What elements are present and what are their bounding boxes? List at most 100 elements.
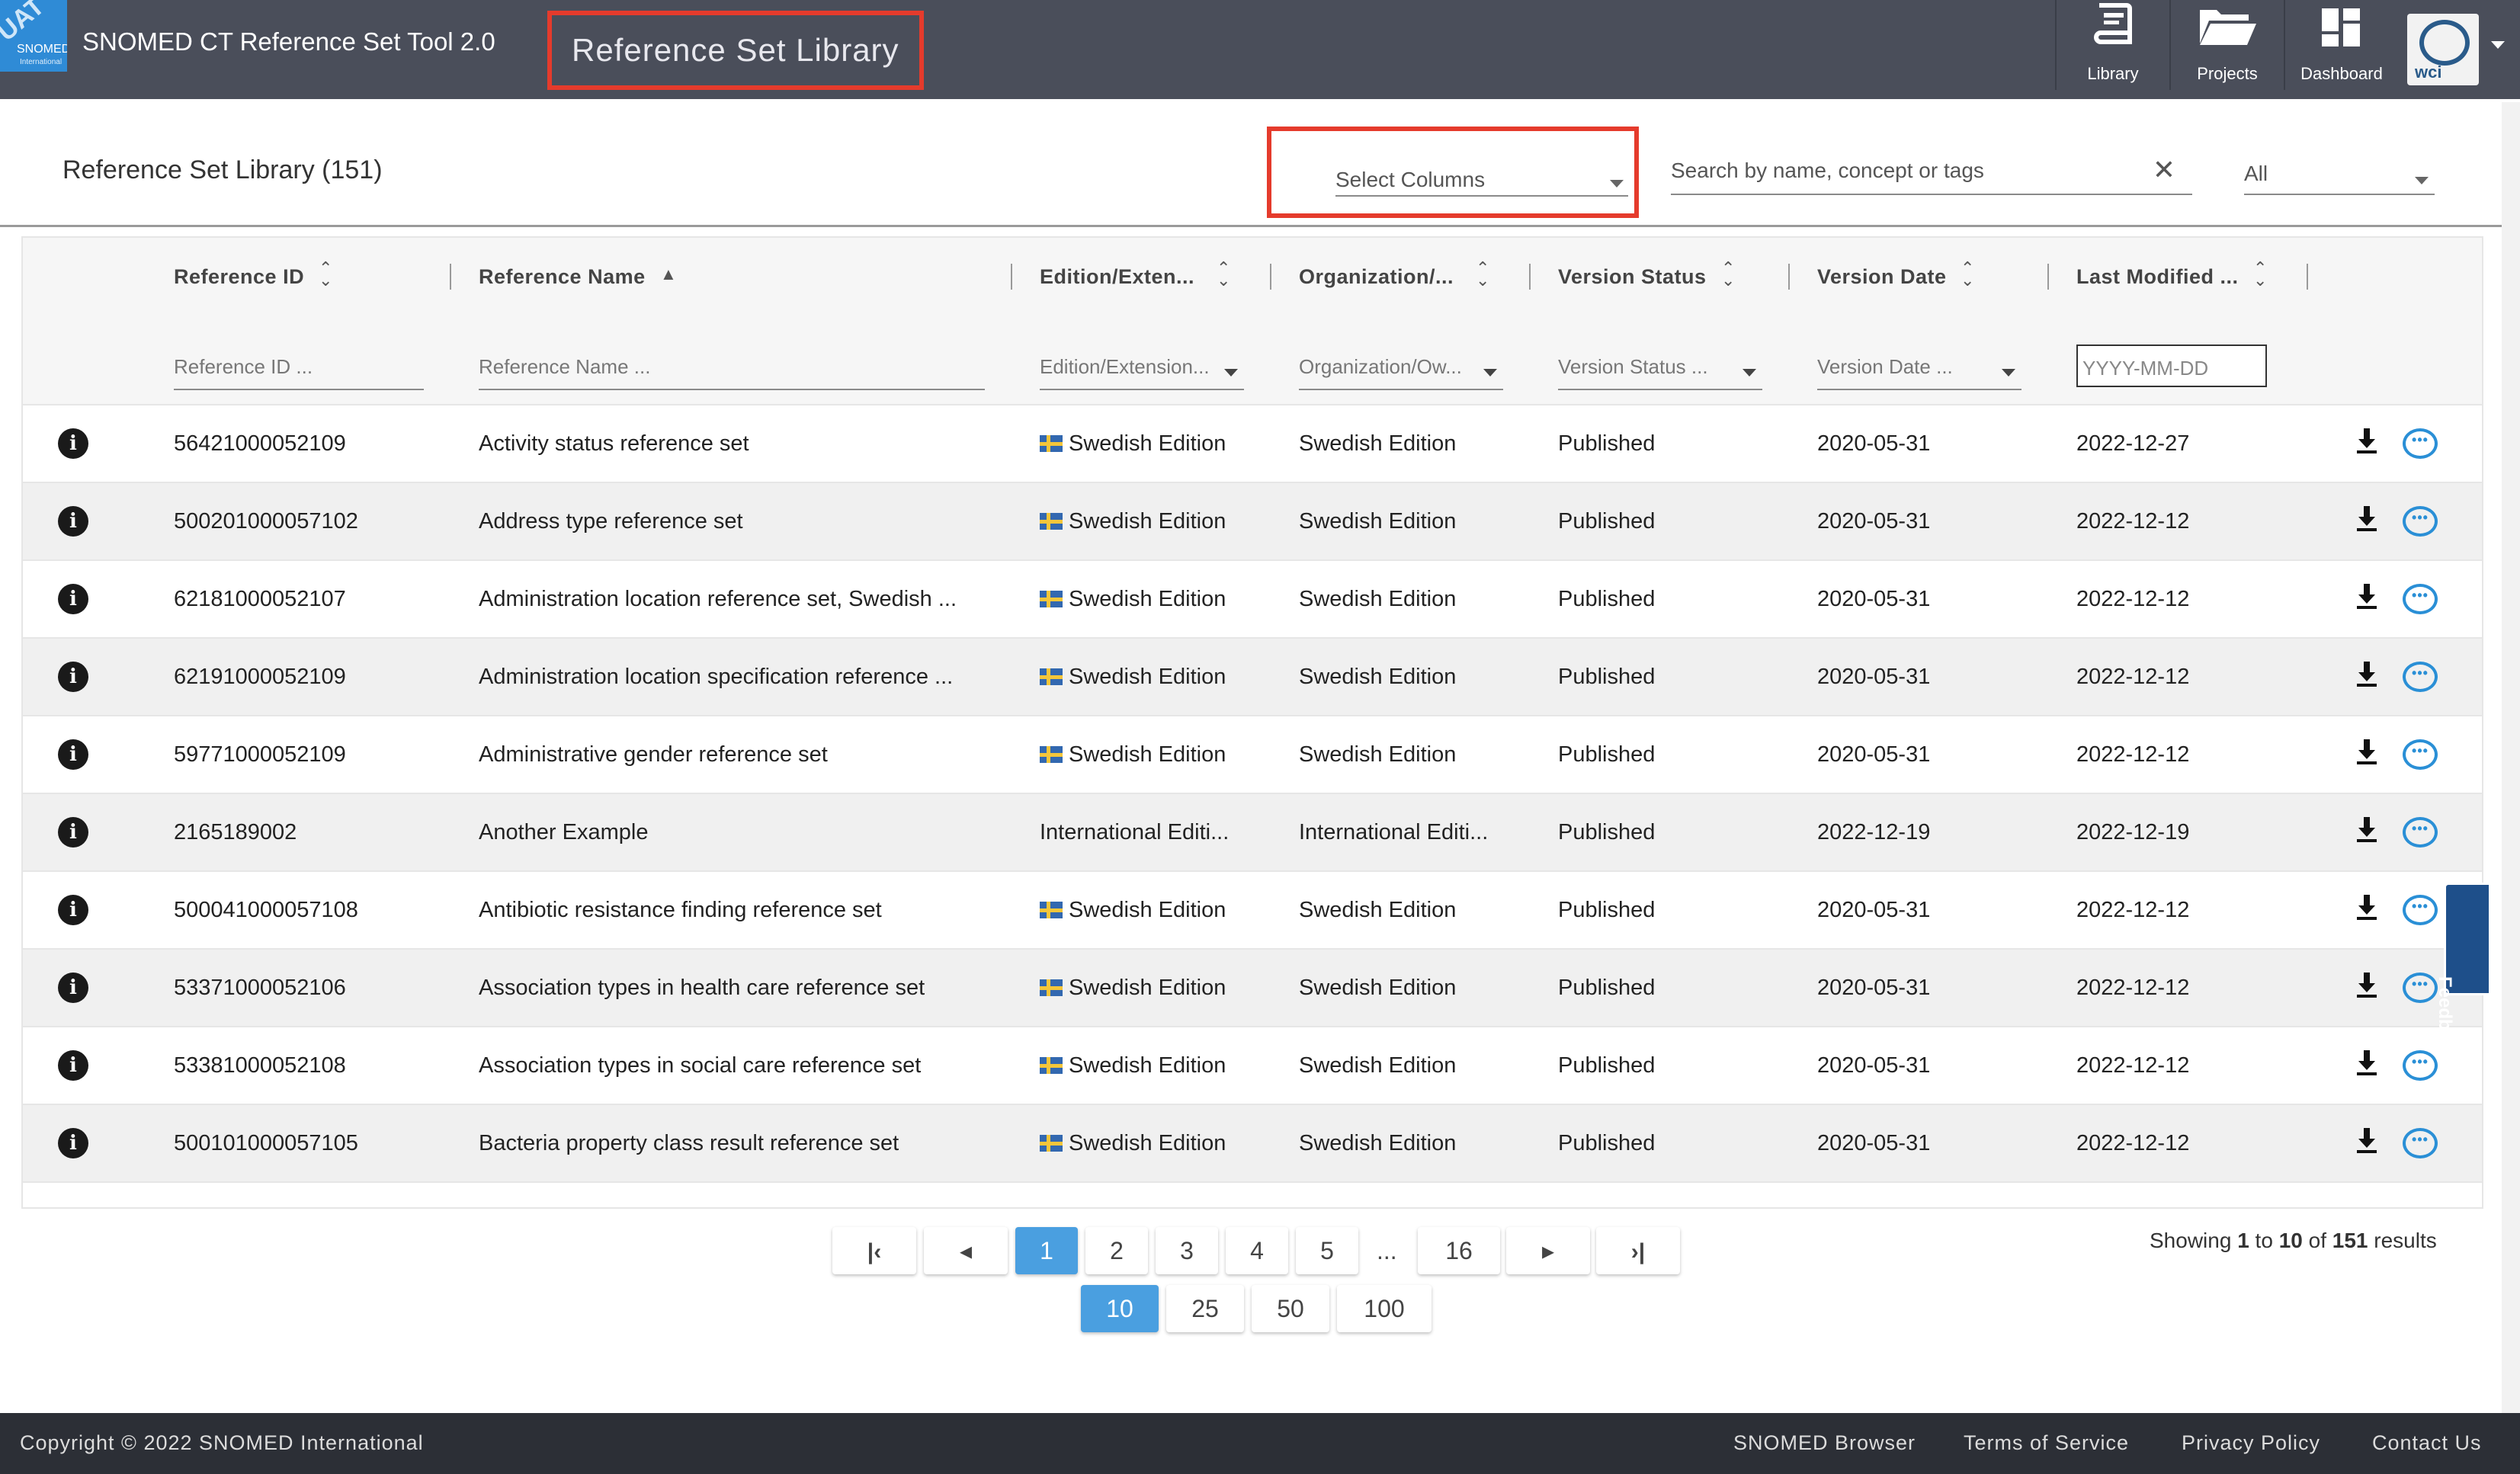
page-button-2[interactable]: 2 [1085, 1227, 1148, 1274]
footer-link-contact[interactable]: Contact Us [2372, 1431, 2482, 1455]
info-icon[interactable]: i [58, 506, 88, 537]
footer-link-terms[interactable]: Terms of Service [1964, 1431, 2129, 1455]
scope-select[interactable]: All [2244, 152, 2435, 195]
table-row[interactable]: i 500101000057105 Bacteria property class … [23, 1105, 2482, 1183]
download-icon[interactable] [2355, 971, 2378, 1006]
comment-icon[interactable]: ••• [2403, 895, 2438, 925]
user-avatar[interactable]: wci [2407, 14, 2479, 85]
version-status-cell-text: Published [1558, 820, 1656, 844]
page-button-3[interactable]: 3 [1156, 1227, 1218, 1274]
sort-icon[interactable]: ⌃ ⌄ [319, 260, 332, 289]
nav-projects[interactable]: Projects [2169, 0, 2284, 90]
download-icon[interactable] [2355, 816, 2378, 851]
column-header-edition[interactable]: Edition/Exten... [1040, 265, 1194, 289]
page-scrollbar[interactable] [2502, 102, 2520, 1413]
page-button-5[interactable]: 5 [1296, 1227, 1358, 1274]
comment-icon[interactable]: ••• [2403, 1128, 2438, 1158]
page-button-1[interactable]: 1 [1015, 1227, 1078, 1274]
download-icon[interactable] [2355, 660, 2378, 695]
footer-link-privacy[interactable]: Privacy Policy [2182, 1431, 2320, 1455]
download-icon[interactable] [2355, 1049, 2378, 1084]
reference-id-filter[interactable]: Reference ID ... [174, 355, 424, 390]
comment-icon[interactable]: ••• [2403, 662, 2438, 692]
info-icon[interactable]: i [58, 739, 88, 770]
page-size-100[interactable]: 100 [1337, 1285, 1432, 1332]
table-row[interactable]: i 500041000057108 Antibiotic resistance fi… [23, 872, 2482, 950]
download-icon[interactable] [2355, 738, 2378, 773]
feedback-tab[interactable]: Feedback [2435, 883, 2491, 1061]
summary-text: results [2374, 1229, 2437, 1252]
column-header-version-date[interactable]: Version Date [1817, 265, 1947, 289]
organization-cell: Swedish Edition [1299, 742, 1528, 767]
info-icon[interactable]: i [58, 1128, 88, 1158]
reference-name-filter[interactable]: Reference Name ... [479, 355, 985, 390]
close-icon[interactable]: ✕ [2153, 154, 2175, 186]
info-icon[interactable]: i [58, 584, 88, 614]
edition-cell-text: Swedish Edition [1069, 976, 1226, 1000]
edition-filter[interactable]: Edition/Extension... [1040, 355, 1244, 390]
version-date-filter[interactable]: Version Date ... [1817, 355, 2021, 390]
version-date-cell: 2020-05-31 [1817, 431, 1930, 457]
download-icon[interactable] [2355, 893, 2378, 928]
column-header-last-modified[interactable]: Last Modified ... [2076, 265, 2239, 289]
version-status-filter[interactable]: Version Status ... [1558, 355, 1762, 390]
table-row[interactable]: i 2165189002 Another Example International … [23, 794, 2482, 872]
sort-icon[interactable]: ⌃ ⌄ [2253, 260, 2267, 289]
first-page-button[interactable]: |‹ [832, 1227, 916, 1274]
sort-icon[interactable]: ⌃ ⌄ [1476, 260, 1489, 289]
page-size-25[interactable]: 25 [1166, 1285, 1244, 1332]
info-icon[interactable]: i [58, 1050, 88, 1081]
info-icon[interactable]: i [58, 895, 88, 925]
organization-filter[interactable]: Organization/Ow... [1299, 355, 1503, 390]
download-icon[interactable] [2355, 505, 2378, 540]
sort-icon[interactable]: ⌃ ⌄ [1961, 260, 1974, 289]
download-icon[interactable] [2355, 1126, 2378, 1162]
comment-icon[interactable]: ••• [2403, 973, 2438, 1003]
comment-icon[interactable]: ••• [2403, 584, 2438, 614]
table-row[interactable]: i 500201000057102 Address type reference s… [23, 483, 2482, 561]
chevron-down-icon[interactable] [2491, 41, 2505, 49]
page-button-16[interactable]: 16 [1418, 1227, 1500, 1274]
table-row[interactable]: i 53371000052106 Association types in heal… [23, 950, 2482, 1027]
download-icon[interactable] [2355, 582, 2378, 617]
column-header-version-status[interactable]: Version Status [1558, 265, 1707, 289]
nav-library[interactable]: Library [2055, 0, 2169, 90]
prev-page-button[interactable]: ◂ [924, 1227, 1008, 1274]
table-row[interactable]: i 62181000052107 Administration location r… [23, 561, 2482, 639]
comment-icon[interactable]: ••• [2403, 506, 2438, 537]
table-row[interactable]: i 53381000052108 Association types in soci… [23, 1027, 2482, 1105]
comment-icon[interactable]: ••• [2403, 1050, 2438, 1081]
sort-icon[interactable]: ⌃ ⌄ [1721, 260, 1735, 289]
table-row[interactable]: i 59771000052109 Administrative gender ref… [23, 716, 2482, 794]
table-row[interactable]: i 62191000052109 Administration location s… [23, 639, 2482, 716]
info-icon[interactable]: i [58, 428, 88, 459]
last-modified-date-input[interactable]: YYYY-MM-DD [2076, 344, 2267, 387]
comment-icon[interactable]: ••• [2403, 817, 2438, 848]
page-size-50[interactable]: 50 [1252, 1285, 1329, 1332]
table-row[interactable]: i 56421000052109 Activity status reference… [23, 405, 2482, 483]
select-columns-dropdown[interactable]: Select Columns [1335, 160, 1628, 197]
comment-icon[interactable]: ••• [2403, 428, 2438, 459]
last-modified-cell: 2022-12-12 [2076, 509, 2189, 534]
footer-link-snomed-browser[interactable]: SNOMED Browser [1733, 1431, 1916, 1455]
next-page-button[interactable]: ▸ [1506, 1227, 1590, 1274]
version-date-cell-text: 2022-12-19 [1817, 820, 1931, 844]
download-icon[interactable] [2355, 427, 2378, 462]
comment-icon[interactable]: ••• [2403, 739, 2438, 770]
snomed-logo[interactable]: UAT SNOMED International [0, 0, 67, 72]
info-icon[interactable]: i [58, 817, 88, 848]
page-size-10[interactable]: 10 [1081, 1285, 1159, 1332]
sort-icon[interactable]: ⌃ ⌄ [1217, 260, 1230, 289]
sort-ascending-icon[interactable]: ▲ [660, 266, 677, 283]
info-icon[interactable]: i [58, 662, 88, 692]
info-icon[interactable]: i [58, 973, 88, 1003]
column-header-organization[interactable]: Organization/... [1299, 265, 1454, 289]
search-input[interactable]: Search by name, concept or tags ✕ [1671, 152, 2192, 195]
column-header-reference-id[interactable]: Reference ID [174, 265, 304, 289]
column-header-reference-name[interactable]: Reference Name [479, 265, 646, 289]
reference-id-cell: 53371000052106 [174, 976, 346, 1001]
nav-dashboard[interactable]: Dashboard [2284, 0, 2398, 90]
page-number: 3 [1180, 1237, 1194, 1264]
page-button-4[interactable]: 4 [1226, 1227, 1288, 1274]
last-page-button[interactable]: ›| [1596, 1227, 1680, 1274]
